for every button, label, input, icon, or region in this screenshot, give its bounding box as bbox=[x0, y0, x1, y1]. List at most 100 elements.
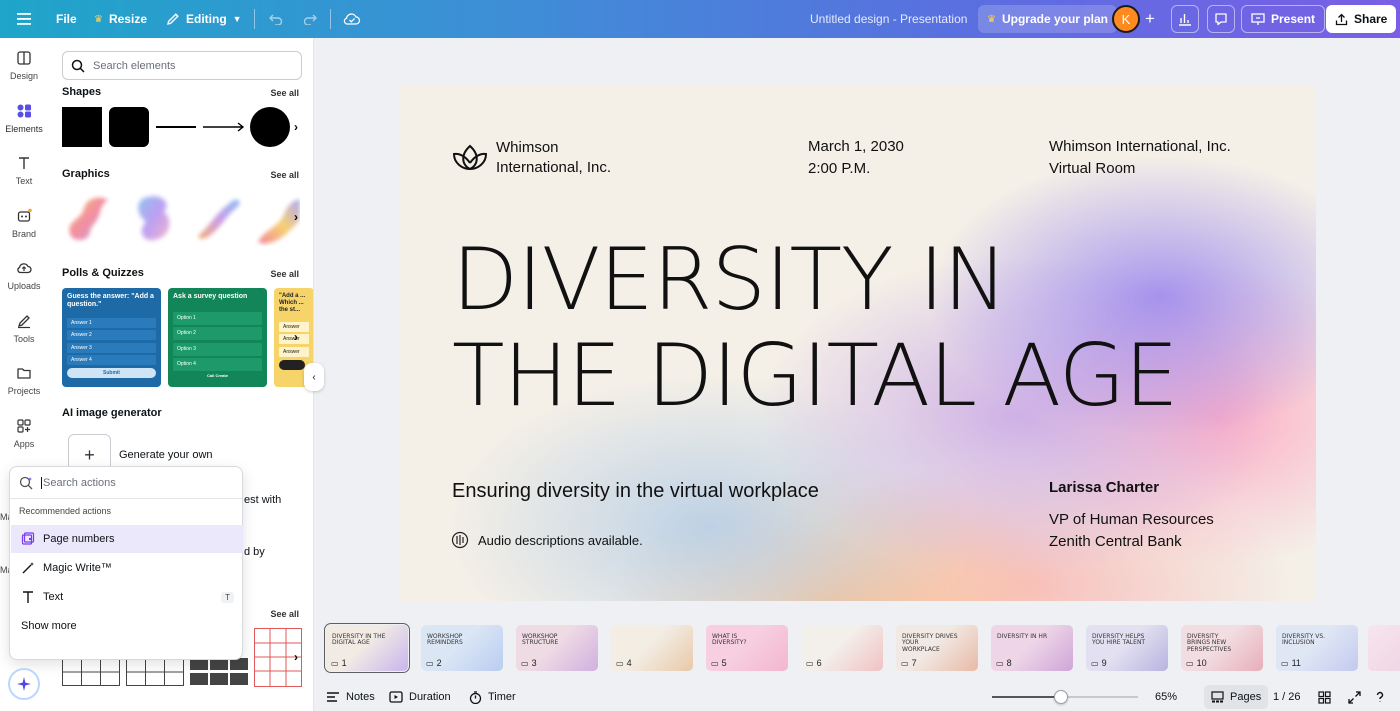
duration-button[interactable]: Duration bbox=[389, 683, 451, 711]
zoom-slider-handle[interactable] bbox=[1053, 690, 1068, 704]
graphic-gradient-blob[interactable] bbox=[194, 190, 246, 246]
present-button[interactable]: Present bbox=[1241, 5, 1326, 33]
zoom-level[interactable]: 65% bbox=[1155, 683, 1177, 711]
graphic-gradient-blob[interactable] bbox=[130, 190, 180, 246]
thumbnail-page-number: ▭ 2 bbox=[426, 658, 442, 668]
rail-item-text[interactable]: Text bbox=[0, 145, 48, 195]
upgrade-plan-button[interactable]: ♛ Upgrade your plan bbox=[978, 5, 1117, 33]
page-thumbnail[interactable]: DIVERSITY BRINGS NEW PERSPECTIVES ▭ 10 bbox=[1181, 625, 1263, 671]
chevron-right-icon[interactable]: › bbox=[294, 650, 298, 664]
section-title-ai: AI image generator bbox=[62, 407, 162, 419]
rail-item-apps[interactable]: Apps bbox=[0, 408, 48, 458]
show-more-button[interactable]: Show more bbox=[11, 612, 243, 640]
magic-assistant-button[interactable] bbox=[8, 668, 40, 700]
thumbnail-title: DIVERSITY BRINGS NEW PERSPECTIVES bbox=[1187, 633, 1232, 653]
timer-button[interactable]: Timer bbox=[469, 683, 516, 711]
thumbnail-page-number: ▭ 8 bbox=[996, 658, 1012, 668]
thumbnail-title: DIVERSITY IN THE DIGITAL AGE bbox=[332, 633, 386, 647]
thumbnail-page-number: ▭ 11 bbox=[1281, 658, 1301, 668]
event-venue: Whimson International, Inc. Virtual Room bbox=[1049, 138, 1231, 177]
crown-icon: ♛ bbox=[987, 13, 996, 25]
document-title[interactable]: Untitled design - Presentation bbox=[810, 0, 967, 38]
thumbnail-page-number: ▭ 5 bbox=[711, 658, 727, 668]
editing-mode-button[interactable]: Editing ▼ bbox=[166, 0, 242, 38]
grid-view-icon[interactable] bbox=[1318, 683, 1331, 711]
rail-item-tools[interactable]: Tools bbox=[0, 303, 48, 353]
collapse-panel-handle[interactable]: ‹ bbox=[304, 363, 324, 391]
search-placeholder: Search elements bbox=[93, 59, 176, 72]
notes-icon bbox=[327, 692, 339, 702]
slide-subtitle: Ensuring diversity in the virtual workpl… bbox=[452, 480, 819, 502]
page-thumbnail[interactable]: WHAT IS DIVERSITY? ▭ 5 bbox=[706, 625, 788, 671]
see-all-polls-link[interactable]: See all bbox=[270, 269, 299, 279]
page-number: 7 bbox=[911, 658, 917, 668]
page-thumbnail[interactable]: DIVERSITY DRIVES YOUR WORKPLACE ▭ 7 bbox=[896, 625, 978, 671]
search-actions-field[interactable]: Search actions bbox=[10, 467, 242, 499]
sparkle-icon bbox=[17, 677, 31, 691]
see-all-tables-link[interactable]: See all bbox=[270, 609, 299, 619]
slide-title-line-2: THE DIGITAL AGE bbox=[452, 326, 1179, 426]
notes-button[interactable]: Notes bbox=[326, 683, 375, 711]
comment-icon[interactable] bbox=[1207, 5, 1235, 33]
resize-button[interactable]: ♛ Resize bbox=[94, 0, 147, 38]
thumbnail-partial[interactable] bbox=[1368, 625, 1400, 671]
page-thumbnail[interactable]: DIVERSITY HELPS YOU HIRE TALENT ▭ 9 bbox=[1086, 625, 1168, 671]
page-thumbnail[interactable]: DIVERSITY VS. INCLUSION ▭ 11 bbox=[1276, 625, 1358, 671]
rail-item-brand[interactable]: Brand bbox=[0, 198, 48, 248]
graphic-gradient-blob[interactable] bbox=[62, 190, 118, 246]
help-icon[interactable] bbox=[1374, 683, 1386, 711]
thumbnail-title: WORKSHOP REMINDERS bbox=[427, 633, 463, 647]
timer-icon bbox=[469, 690, 482, 704]
insights-chart-icon[interactable] bbox=[1171, 5, 1199, 33]
chevron-right-icon[interactable]: › bbox=[294, 210, 298, 224]
see-all-graphics-link[interactable]: See all bbox=[270, 170, 299, 180]
page-thumbnail[interactable]: ▭ 4 bbox=[611, 625, 693, 671]
undo-icon[interactable] bbox=[263, 6, 289, 32]
poll-template-quiz[interactable]: Guess the answer: "Add a question." Answ… bbox=[62, 288, 161, 387]
cloud-saved-icon[interactable] bbox=[339, 6, 365, 32]
thumbnail-title: DIVERSITY DRIVES YOUR WORKPLACE bbox=[902, 633, 958, 653]
shape-rounded-square[interactable] bbox=[109, 107, 149, 147]
partial-label: est with bbox=[244, 494, 282, 506]
shape-arrow-line[interactable] bbox=[203, 120, 245, 134]
thumbnail-page-number: ▭ 1 bbox=[331, 658, 347, 668]
shape-square[interactable] bbox=[62, 107, 102, 147]
add-collaborator-icon[interactable]: + bbox=[1139, 6, 1161, 32]
pages-button[interactable]: Pages bbox=[1204, 685, 1269, 709]
thumbnail-title: DIVERSITY HELPS YOU HIRE TALENT bbox=[1092, 633, 1146, 647]
action-page-numbers[interactable]: Page numbers bbox=[11, 525, 243, 553]
page-number: 6 bbox=[816, 658, 822, 668]
comment-icon: ▭ bbox=[521, 658, 529, 668]
file-menu[interactable]: File bbox=[56, 0, 77, 38]
share-button[interactable]: Share bbox=[1326, 5, 1397, 33]
thumbnail-title: DIVERSITY IN HR bbox=[997, 633, 1048, 640]
search-actions-placeholder: Search actions bbox=[41, 476, 116, 489]
poll-template-survey[interactable]: Ask a survey question Option 1 Option 2 … bbox=[168, 288, 267, 387]
rail-item-projects[interactable]: Projects bbox=[0, 355, 48, 405]
action-text[interactable]: Text T bbox=[11, 583, 243, 611]
slide-canvas[interactable]: Whimson International, Inc. March 1, 203… bbox=[400, 86, 1316, 601]
page-thumbnail[interactable]: ▭ 6 bbox=[801, 625, 883, 671]
page-thumbnail[interactable]: WORKSHOP STRUCTURE ▭ 3 bbox=[516, 625, 598, 671]
redo-icon[interactable] bbox=[297, 6, 323, 32]
page-thumbnail[interactable]: WORKSHOP REMINDERS ▭ 2 bbox=[421, 625, 503, 671]
avatar[interactable]: K bbox=[1112, 5, 1140, 33]
page-thumbnail[interactable]: DIVERSITY IN THE DIGITAL AGE ▭ 1 bbox=[324, 623, 410, 673]
zoom-slider-track[interactable] bbox=[992, 690, 1138, 704]
fullscreen-icon[interactable] bbox=[1348, 683, 1361, 711]
chevron-right-icon[interactable]: › bbox=[294, 120, 298, 134]
shape-line[interactable] bbox=[156, 126, 196, 128]
page-thumbnail[interactable]: DIVERSITY IN HR ▭ 8 bbox=[991, 625, 1073, 671]
divider bbox=[330, 9, 331, 29]
rail-item-design[interactable]: Design bbox=[0, 40, 48, 90]
search-elements-field[interactable]: Search elements bbox=[62, 51, 302, 80]
see-all-shapes-link[interactable]: See all bbox=[270, 88, 299, 98]
rail-item-uploads[interactable]: Uploads bbox=[0, 250, 48, 300]
action-magic-write[interactable]: Magic Write™ bbox=[11, 554, 243, 582]
event-datetime: March 1, 2030 2:00 P.M. bbox=[808, 138, 904, 177]
brand-icon bbox=[17, 208, 32, 222]
shape-circle[interactable] bbox=[250, 107, 290, 147]
menu-icon[interactable] bbox=[11, 6, 37, 32]
chevron-right-icon[interactable]: › bbox=[294, 330, 298, 344]
rail-item-elements[interactable]: Elements bbox=[0, 93, 48, 143]
